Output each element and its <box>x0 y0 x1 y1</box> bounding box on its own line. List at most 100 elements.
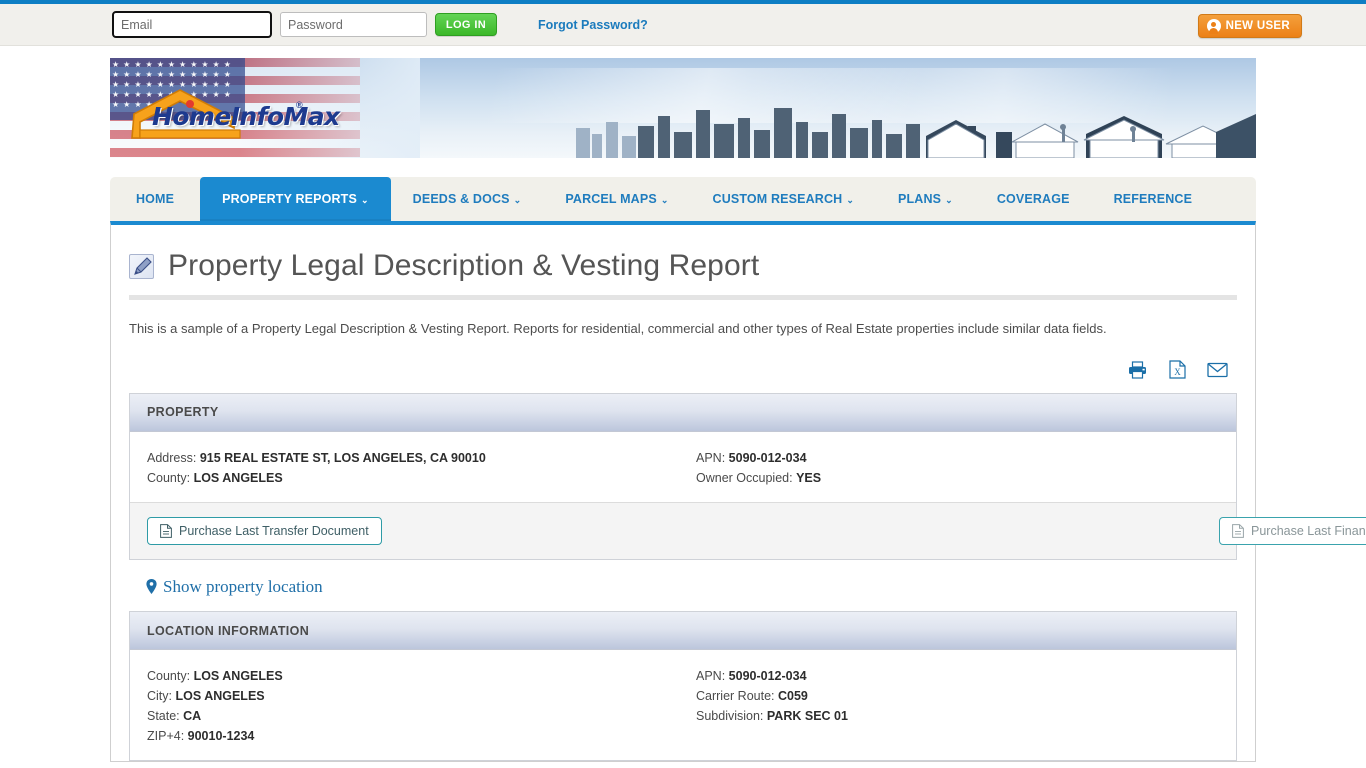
field-row: Owner Occupied: YES <box>696 468 1219 488</box>
nav-item-custom-research[interactable]: CUSTOM RESEARCH ⌄ <box>691 177 877 221</box>
field-row: Subdivision: PARK SEC 01 <box>696 706 1219 726</box>
field-row: County: LOS ANGELES <box>147 666 683 686</box>
location-section-heading: LOCATION INFORMATION <box>130 612 1236 650</box>
field-label: APN: <box>696 450 726 465</box>
show-location-label: Show property location <box>163 576 323 596</box>
edit-report-icon <box>129 253 154 279</box>
field-value: CA <box>183 709 202 723</box>
purchase-documents-bar: Purchase Last Transfer Document Purchase… <box>130 501 1366 559</box>
user-icon <box>1206 19 1221 34</box>
chevron-down-icon: ⌄ <box>945 194 953 205</box>
nav-label: COVERAGE <box>996 192 1070 206</box>
property-section-body: Address: 915 REAL ESTATE ST, LOS ANGELES… <box>130 432 1236 502</box>
button-label: Purchase Last Transfer Document <box>179 523 369 538</box>
city-skyline-graphic <box>576 108 1256 158</box>
map-pin-icon <box>146 579 157 594</box>
field-label: County: <box>147 470 191 485</box>
title-divider <box>129 295 1237 300</box>
new-user-button[interactable]: NEW USER <box>1197 14 1302 38</box>
field-label: Carrier Route: <box>696 689 775 703</box>
nav-label: REFERENCE <box>1113 192 1193 206</box>
field-value: PARK SEC 01 <box>766 709 848 723</box>
login-button[interactable]: LOG IN <box>435 13 497 36</box>
nav-label: PARCEL MAPS <box>565 192 657 206</box>
pdf-file-icon <box>1232 523 1244 538</box>
field-value: 915 REAL ESTATE ST, LOS ANGELES, CA 9001… <box>199 450 486 465</box>
field-label: Subdivision: <box>696 709 764 723</box>
field-row: ZIP+4: 90010-1234 <box>147 726 683 746</box>
field-row: City: LOS ANGELES <box>147 686 683 706</box>
field-label: City: <box>147 689 172 703</box>
field-value: C059 <box>777 689 808 703</box>
nav-label: CUSTOM RESEARCH <box>712 192 843 206</box>
page-title: Property Legal Description & Vesting Rep… <box>168 249 760 282</box>
field-row: County: LOS ANGELES <box>147 468 683 488</box>
button-label: Purchase Last Finance Document <box>1251 523 1366 538</box>
chevron-down-icon: ⌄ <box>513 194 522 205</box>
nav-label: PROPERTY REPORTS <box>222 192 357 206</box>
field-row: Carrier Route: C059 <box>696 686 1219 706</box>
field-row: APN: 5090-012-034 <box>696 448 1219 468</box>
nav-label: PLANS <box>898 192 942 206</box>
nav-label: DEEDS & DOCS <box>412 192 510 206</box>
field-label: Owner Occupied: <box>696 470 793 485</box>
pdf-file-icon <box>160 523 172 538</box>
nav-item-home[interactable]: HOME <box>114 177 200 221</box>
nav-item-property-reports[interactable]: PROPERTY REPORTS ⌄ <box>200 177 391 221</box>
field-label: ZIP+4: <box>147 729 185 743</box>
svg-text:X: X <box>1174 367 1181 377</box>
excel-icon[interactable]: X <box>1165 359 1189 381</box>
email-input[interactable] <box>112 11 272 38</box>
field-value: LOS ANGELES <box>193 470 283 485</box>
field-label: Address: <box>147 450 197 465</box>
property-section: PROPERTY Address: 915 REAL ESTATE ST, LO… <box>129 392 1366 560</box>
location-left-column: County: LOS ANGELES City: LOS ANGELES St… <box>147 666 683 746</box>
purchase-last-finance-document-button[interactable]: Purchase Last Finance Document <box>1219 516 1366 545</box>
field-value: 5090-012-034 <box>728 450 807 465</box>
property-left-column: Address: 915 REAL ESTATE ST, LOS ANGELES… <box>147 448 683 488</box>
nav-label: HOME <box>136 192 175 206</box>
page-container: ★★★★★★★★★★★★★★★★★★★★★★★★★★★★★★★★★★★★★★★★… <box>110 58 1366 762</box>
location-section-body: County: LOS ANGELES City: LOS ANGELES St… <box>130 650 1236 760</box>
nav-item-parcel-maps[interactable]: PARCEL MAPS ⌄ <box>543 177 690 221</box>
chevron-down-icon: ⌄ <box>360 194 369 205</box>
email-icon[interactable] <box>1205 359 1229 381</box>
location-right-column: APN: 5090-012-034 Carrier Route: C059 Su… <box>683 666 1219 746</box>
field-value: LOS ANGELES <box>175 689 265 703</box>
site-logo[interactable]: HomeInfoMax ® <box>128 80 340 142</box>
field-row: State: CA <box>147 706 683 726</box>
nav-item-reference[interactable]: REFERENCE <box>1092 177 1214 221</box>
property-section-heading: PROPERTY <box>130 393 1236 432</box>
property-right-column: APN: 5090-012-034 Owner Occupied: YES <box>683 448 1219 488</box>
finance-doc-cell: Purchase Last Finance Document <box>666 516 1366 545</box>
registered-mark: ® <box>296 100 303 110</box>
nav-item-coverage[interactable]: COVERAGE <box>975 177 1092 221</box>
chevron-down-icon: ⌄ <box>660 194 669 205</box>
page-title-row: Property Legal Description & Vesting Rep… <box>129 241 1237 283</box>
show-property-location-link[interactable]: Show property location <box>146 577 323 597</box>
login-form: LOG IN Forgot Password? <box>112 11 648 38</box>
field-row: APN: 5090-012-034 <box>696 666 1219 686</box>
site-banner: ★★★★★★★★★★★★★★★★★★★★★★★★★★★★★★★★★★★★★★★★… <box>110 58 1256 158</box>
chevron-down-icon: ⌄ <box>846 194 855 205</box>
content-panel: Property Legal Description & Vesting Rep… <box>110 221 1366 762</box>
purchase-last-transfer-document-button[interactable]: Purchase Last Transfer Document <box>147 516 382 545</box>
nav-item-deeds-and-docs[interactable]: DEEDS & DOCS ⌄ <box>391 177 544 221</box>
nav-item-plans[interactable]: PLANS ⌄ <box>876 177 975 221</box>
page-intro-text: This is a sample of a Property Legal Des… <box>129 321 1107 336</box>
field-value: LOS ANGELES <box>193 669 283 683</box>
field-row: Address: 915 REAL ESTATE ST, LOS ANGELES… <box>147 448 683 468</box>
location-information-section: LOCATION INFORMATION County: LOS ANGELES… <box>129 611 1237 761</box>
field-label: State: <box>147 709 180 723</box>
password-input[interactable] <box>280 12 427 37</box>
report-action-icons: X <box>129 359 1237 381</box>
transfer-doc-cell: Purchase Last Transfer Document <box>147 516 666 545</box>
field-value: 90010-1234 <box>187 729 255 743</box>
field-value: 5090-012-034 <box>728 669 807 683</box>
forgot-password-link[interactable]: Forgot Password? <box>538 18 648 32</box>
logo-wordmark: HomeInfoMax <box>152 102 340 131</box>
field-label: APN: <box>696 669 726 683</box>
print-icon[interactable] <box>1125 359 1149 381</box>
new-user-label: NEW USER <box>1225 20 1290 32</box>
field-value: YES <box>796 470 822 485</box>
